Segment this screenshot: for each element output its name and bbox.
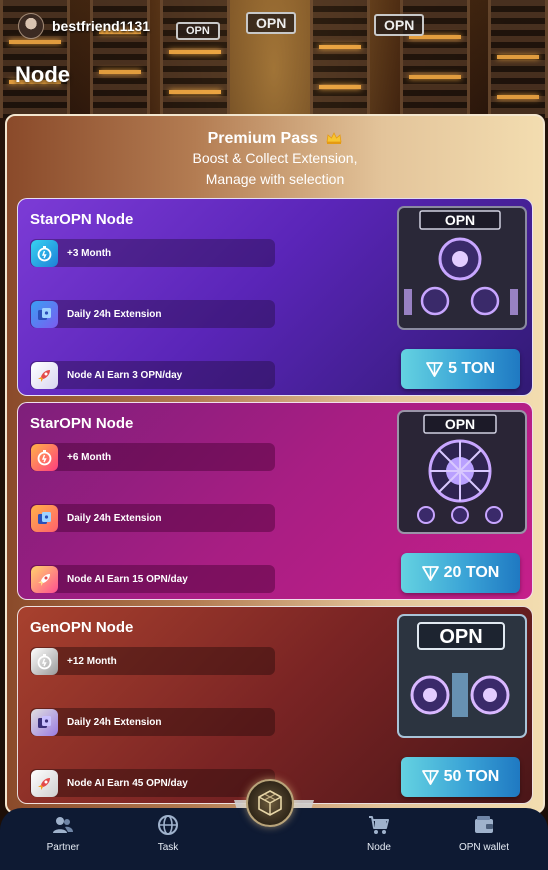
rocket-icon [31,361,58,389]
opn-node-box-image: OPN [397,614,527,738]
opn-node-box-image: OPN [397,206,527,330]
node-card-title: GenOPN Node [30,619,134,636]
feature-label: Daily 24h Extension [67,308,162,320]
server-rack [160,0,230,118]
opn-sign: OPN [176,22,220,40]
buy-price-label: 50 TON [443,768,500,785]
buy-button[interactable]: 5 TON [401,349,520,389]
wallet-icon [475,816,493,833]
feature-earn: Node AI Earn 3 OPN/day [30,361,275,389]
box-label: OPN [445,416,475,432]
feature-extension: Daily 24h Extension [30,708,275,736]
cart-icon [369,816,389,834]
user-profile-chip[interactable]: bestfriend1131 [18,12,150,40]
nav-item-partner[interactable]: Partner [23,814,103,864]
partner-icon [53,817,73,833]
cube-logo-icon [258,790,282,816]
buy-price-label: 5 TON [448,360,495,377]
nav-label: OPN wallet [458,842,509,853]
feature-label: Daily 24h Extension [67,716,162,728]
username: bestfriend1131 [52,18,151,34]
feature-label: Daily 24h Extension [67,512,162,524]
extension-icon [31,300,58,328]
nav-item-opn-wallet[interactable]: OPN wallet [444,814,524,864]
feature-earn: Node AI Earn 45 OPN/day [30,769,275,797]
task-globe-icon [158,815,178,835]
ton-diamond-icon [421,769,439,785]
feature-label: Node AI Earn 45 OPN/day [67,777,188,789]
feature-extension: Daily 24h Extension [30,504,275,532]
rocket-icon [31,565,58,593]
feature-label: +6 Month [67,451,112,463]
extension-icon [31,504,58,532]
server-rack [488,0,548,118]
feature-extension: Daily 24h Extension [30,300,275,328]
nav-label: Partner [46,842,80,853]
opn-node-box-image: OPN [397,410,527,534]
opn-sign: OPN [374,14,425,36]
feature-label: Node AI Earn 15 OPN/day [67,573,188,585]
node-card-staropn-3month: StarOPN Node +3 Month Daily 24h Extensio… [17,198,533,396]
node-card-title: StarOPN Node [30,415,134,432]
extension-icon [31,708,58,736]
premium-pass-panel: Premium Pass Boost & Collect Extension, … [5,114,545,814]
node-card-staropn-6month: StarOPN Node +6 Month Daily 24h Extensio… [17,402,533,600]
opn-sign: OPN [246,12,297,34]
stopwatch-icon [31,239,58,267]
page-title: Node [15,62,70,87]
ton-diamond-icon [421,565,439,581]
server-rack [310,0,370,118]
premium-pass-title: Premium Pass [207,130,318,147]
buy-button[interactable]: 50 TON [401,757,520,797]
feature-duration: +3 Month [30,239,275,267]
feature-duration: +12 Month [30,647,275,675]
node-card-genopn-12month: GenOPN Node +12 Month Daily 24h Extensio… [17,606,533,804]
feature-duration: +6 Month [30,443,275,471]
rocket-icon [31,769,58,797]
feature-label: +3 Month [67,247,112,259]
avatar [18,13,44,39]
stopwatch-icon [31,647,58,675]
crown-icon [326,132,342,144]
feature-earn: Node AI Earn 15 OPN/day [30,565,275,593]
premium-pass-subtitle-1: Boost & Collect Extension, [192,150,358,166]
premium-pass-header: Premium Pass Boost & Collect Extension, … [7,130,543,190]
box-label: OPN [439,626,482,648]
buy-price-label: 20 TON [443,564,500,581]
nav-label: Task [157,842,179,853]
nav-item-task[interactable]: Task [128,814,208,864]
premium-pass-title-row: Premium Pass [7,130,543,148]
ton-diamond-icon [426,361,443,377]
feature-label: +12 Month [67,655,117,667]
box-label: OPN [445,212,475,228]
feature-label: Node AI Earn 3 OPN/day [67,369,183,381]
premium-pass-subtitle-2: Manage with selection [205,171,345,187]
nav-label: Node [367,842,391,853]
center-home-button[interactable] [246,779,294,827]
node-card-title: StarOPN Node [30,211,134,228]
stopwatch-icon [31,443,58,471]
nav-item-node[interactable]: Node [339,814,419,864]
buy-button[interactable]: 20 TON [401,553,520,593]
